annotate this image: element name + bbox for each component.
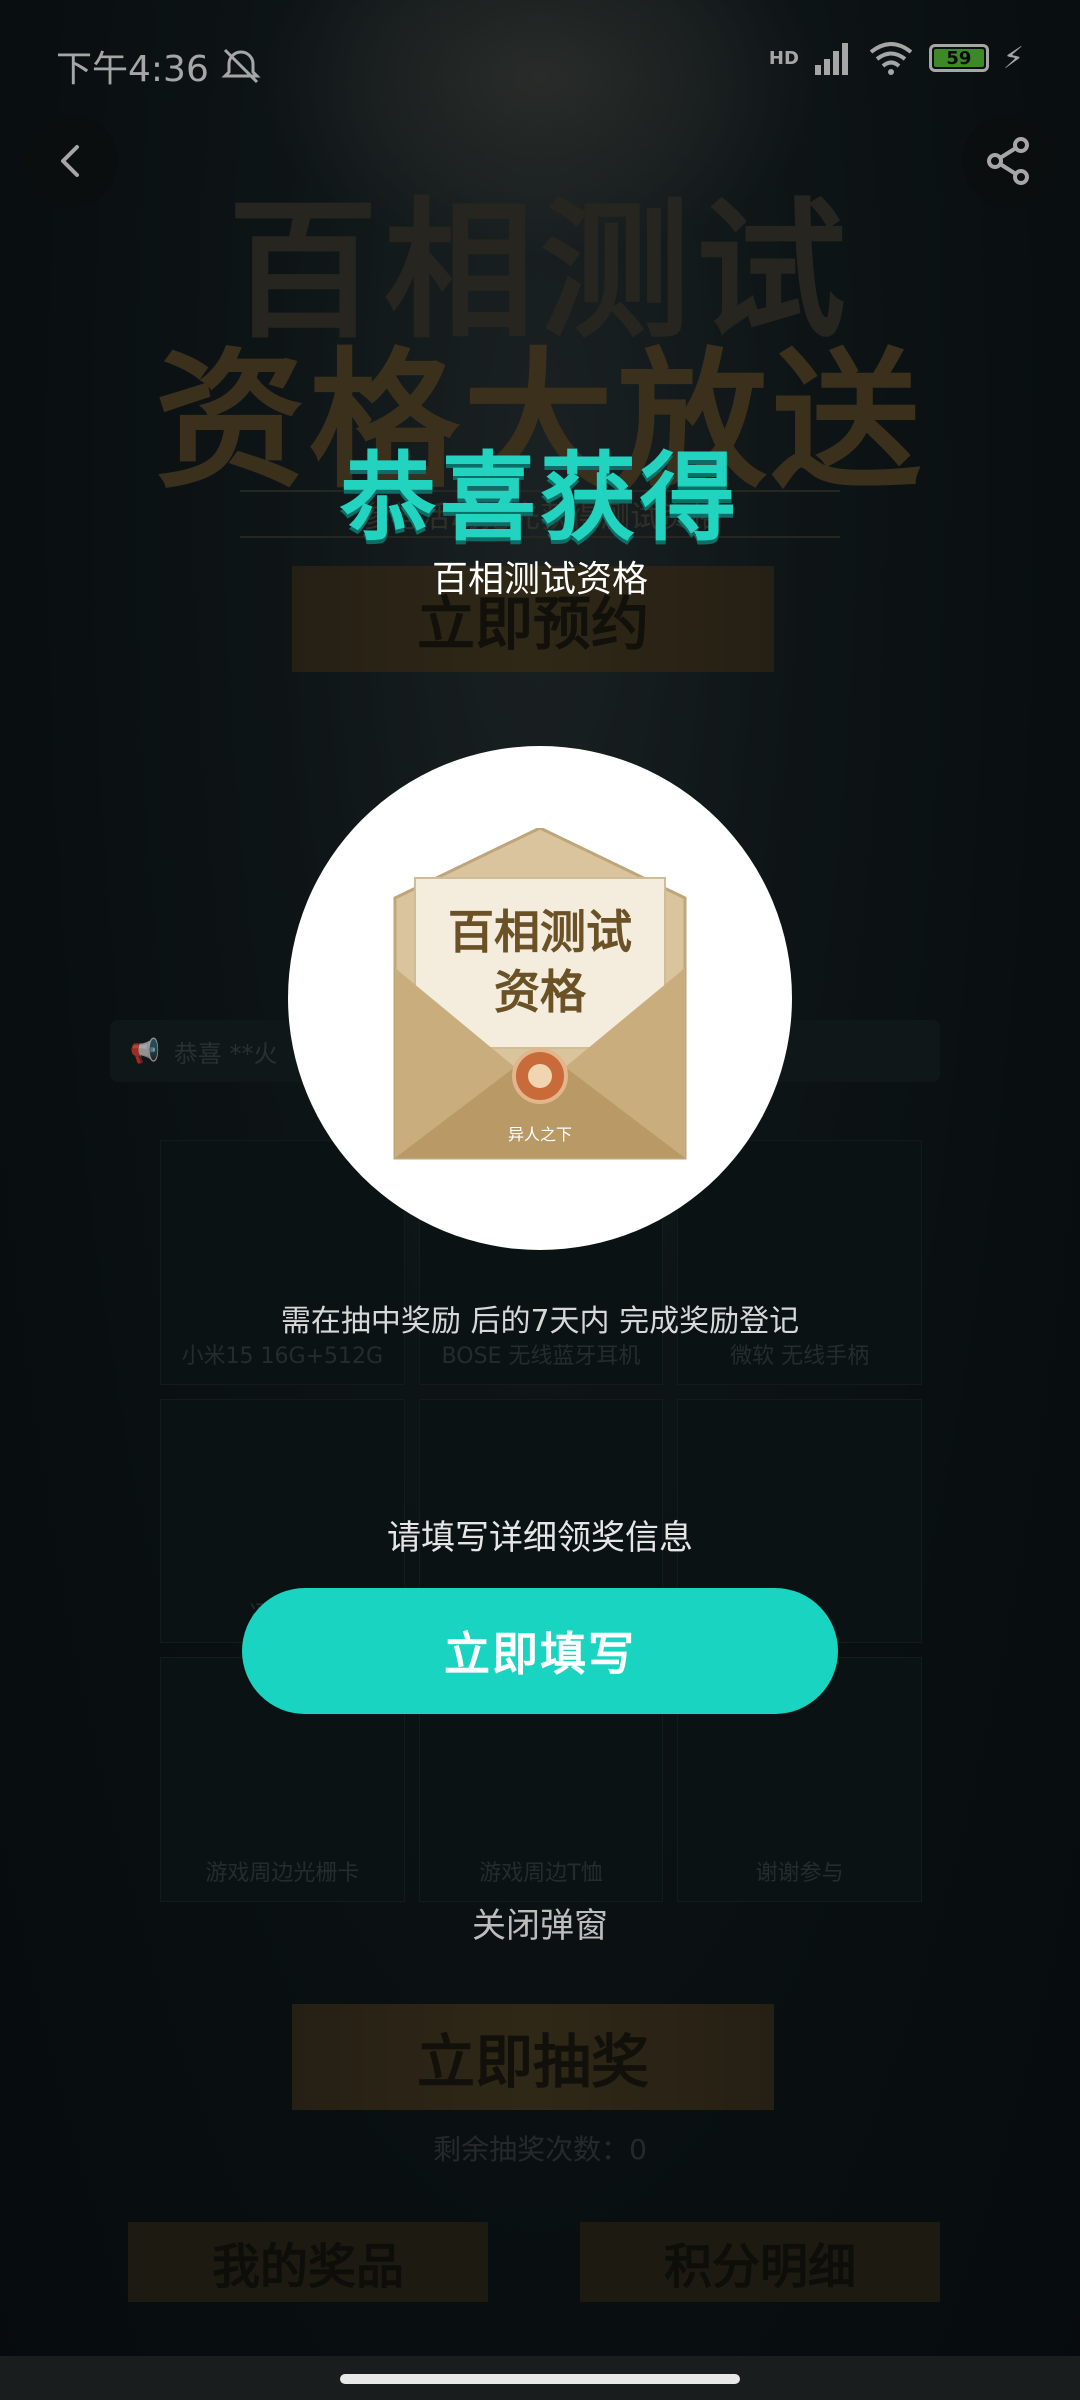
notice-text: 需在抽中奖励 后的7天内 完成奖励登记 xyxy=(280,1304,800,1339)
envelope-text-line2: 资格 xyxy=(494,965,587,1019)
envelope-text-line1: 百相测试 xyxy=(448,905,632,959)
fill-now-button[interactable]: 立即填写 xyxy=(242,1588,838,1714)
envelope-icon: 百相测试 资格 异人之下 xyxy=(393,828,687,1160)
prize-name: 百相测试资格 xyxy=(431,559,648,600)
modal-title: 恭喜获得 xyxy=(340,442,740,554)
fill-info-text: 请填写详细领奖信息 xyxy=(387,1518,693,1558)
home-indicator[interactable] xyxy=(340,2374,740,2384)
envelope-footer: 异人之下 xyxy=(508,1125,572,1144)
close-popup-link[interactable]: 关闭弹窗 xyxy=(0,1898,1080,1947)
prize-image: 百相测试 资格 异人之下 xyxy=(288,746,792,1250)
